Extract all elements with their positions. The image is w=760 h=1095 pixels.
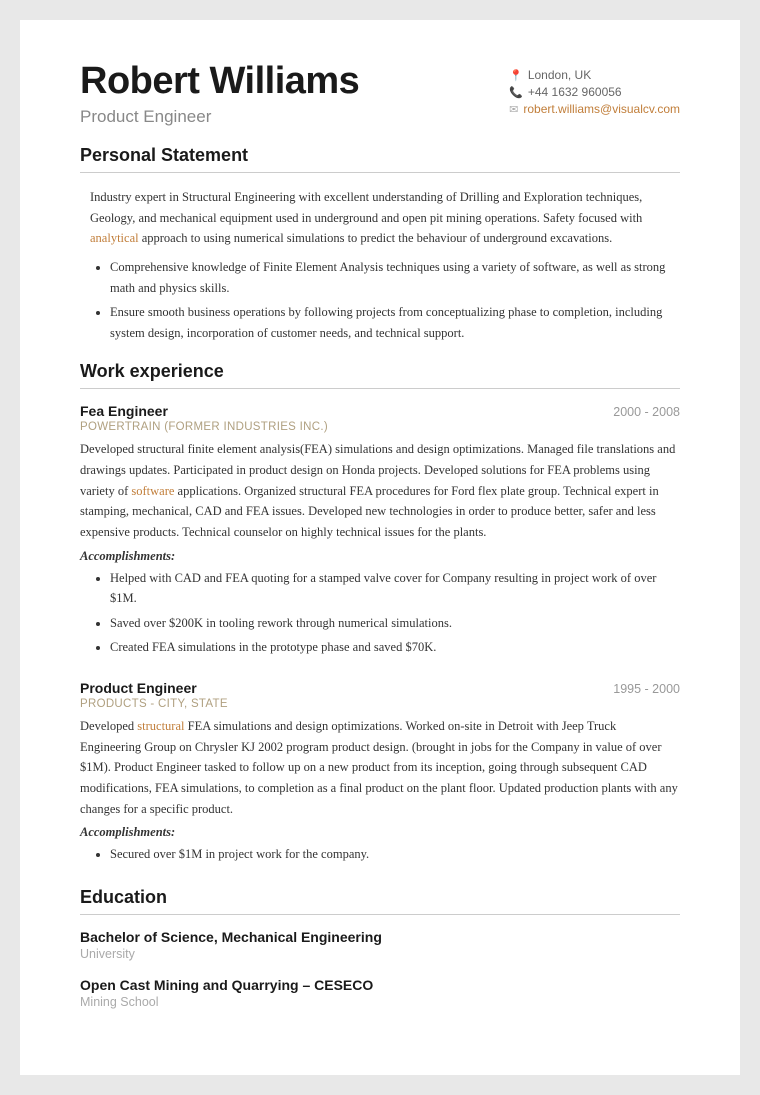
edu-2-degree: Open Cast Mining and Quarrying – CESECO — [80, 977, 680, 993]
candidate-title: Product Engineer — [80, 107, 359, 127]
job-2-dates: 1995 - 2000 — [613, 682, 680, 696]
job-1-acc-1: Helped with CAD and FEA quoting for a st… — [110, 568, 680, 609]
job-2-company: PRODUCTS - CITY, STATE — [80, 698, 680, 710]
personal-statement-text: Industry expert in Structural Engineerin… — [80, 187, 680, 249]
edu-1-school: University — [80, 947, 680, 961]
job-2-description: Developed structural FEA simulations and… — [80, 716, 680, 819]
bullet-1: Comprehensive knowledge of Finite Elemen… — [110, 257, 680, 298]
education-title: Education — [80, 887, 680, 915]
candidate-name: Robert Williams — [80, 60, 359, 103]
work-experience-section: Work experience Fea Engineer 2000 - 2008… — [80, 361, 680, 864]
email-text: robert.williams@visualcv.com — [523, 102, 680, 116]
edu-1: Bachelor of Science, Mechanical Engineer… — [80, 929, 680, 961]
location-icon: 📍 — [509, 69, 523, 82]
header-left: Robert Williams Product Engineer — [80, 60, 359, 127]
job-1-acc-2: Saved over $200K in tooling rework throu… — [110, 613, 680, 634]
phone-item: 📞 +44 1632 960056 — [509, 85, 680, 99]
edu-2-school: Mining School — [80, 995, 680, 1009]
job-1-company: POWERTRAIN (FORMER INDUSTRIES INC.) — [80, 421, 680, 433]
phone-text: +44 1632 960056 — [528, 85, 622, 99]
education-section: Education Bachelor of Science, Mechanica… — [80, 887, 680, 1009]
job-1-description: Developed structural finite element anal… — [80, 439, 680, 542]
job-1-acc-3: Created FEA simulations in the prototype… — [110, 637, 680, 658]
resume-header: Robert Williams Product Engineer 📍 Londo… — [80, 60, 680, 127]
job-2-header: Product Engineer 1995 - 2000 — [80, 680, 680, 696]
edu-1-degree: Bachelor of Science, Mechanical Engineer… — [80, 929, 680, 945]
job-1-accomplishments: Helped with CAD and FEA quoting for a st… — [80, 568, 680, 659]
personal-statement-title: Personal Statement — [80, 145, 680, 173]
personal-statement-bullets: Comprehensive knowledge of Finite Elemen… — [80, 257, 680, 344]
phone-icon: 📞 — [509, 86, 523, 99]
job-1-header: Fea Engineer 2000 - 2008 — [80, 403, 680, 419]
personal-statement-section: Personal Statement Industry expert in St… — [80, 145, 680, 343]
job-2-title: Product Engineer — [80, 680, 197, 696]
edu-2: Open Cast Mining and Quarrying – CESECO … — [80, 977, 680, 1009]
location-item: 📍 London, UK — [509, 68, 680, 82]
resume-container: Robert Williams Product Engineer 📍 Londo… — [20, 20, 740, 1075]
contact-info: 📍 London, UK 📞 +44 1632 960056 ✉ robert.… — [509, 68, 680, 119]
email-icon: ✉ — [509, 103, 518, 116]
work-experience-title: Work experience — [80, 361, 680, 389]
job-2-acc-1: Secured over $1M in project work for the… — [110, 844, 680, 865]
job-1: Fea Engineer 2000 - 2008 POWERTRAIN (FOR… — [80, 403, 680, 658]
job-2: Product Engineer 1995 - 2000 PRODUCTS - … — [80, 680, 680, 865]
job-2-accomplishments-label: Accomplishments: — [80, 825, 680, 840]
job-1-dates: 2000 - 2008 — [613, 405, 680, 419]
job-1-title: Fea Engineer — [80, 403, 168, 419]
location-text: London, UK — [528, 68, 591, 82]
email-item: ✉ robert.williams@visualcv.com — [509, 102, 680, 116]
job-2-accomplishments: Secured over $1M in project work for the… — [80, 844, 680, 865]
job-1-accomplishments-label: Accomplishments: — [80, 549, 680, 564]
bullet-2: Ensure smooth business operations by fol… — [110, 302, 680, 343]
